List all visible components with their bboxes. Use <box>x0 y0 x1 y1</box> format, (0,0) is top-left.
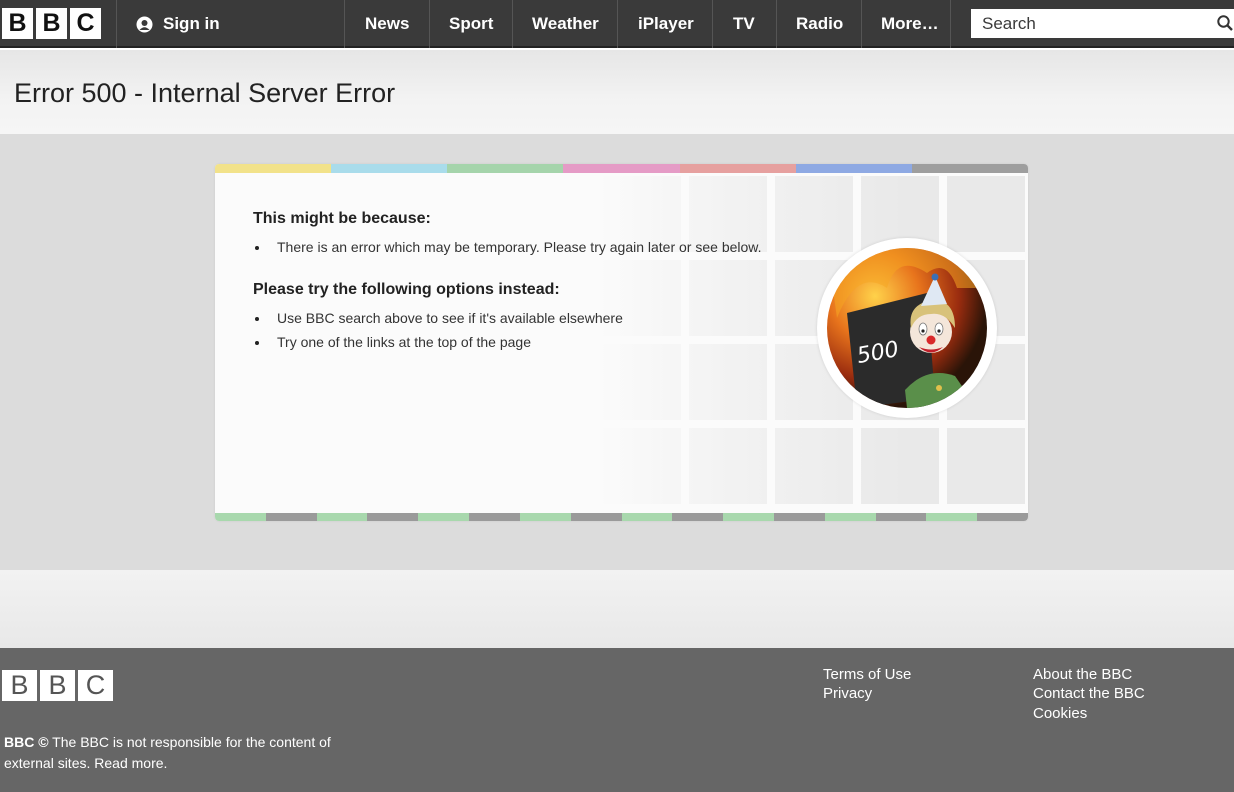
footer-link-privacy[interactable]: Privacy <box>823 684 872 703</box>
stripe-segment <box>469 513 520 521</box>
stripe-segment <box>215 164 332 173</box>
divider <box>512 0 513 48</box>
stripe-segment <box>875 513 927 521</box>
stripe-segment <box>621 513 673 521</box>
nav-radio[interactable]: Radio <box>796 0 843 48</box>
spacer-band <box>0 570 1234 648</box>
user-icon <box>136 16 153 32</box>
divider <box>776 0 777 48</box>
nav-news[interactable]: News <box>365 0 409 48</box>
logo-letter-c: C <box>70 8 101 39</box>
stripe-segment <box>773 513 825 521</box>
bbc-logo[interactable]: B B C <box>2 8 101 39</box>
top-color-stripe <box>215 164 1028 173</box>
stripe-segment <box>977 513 1028 521</box>
logo-letter-b1: B <box>2 670 37 701</box>
reason-heading: This might be because: <box>253 210 431 227</box>
logo-letter-b2: B <box>40 670 75 701</box>
footer-disclaimer: BBC © The BBC is not responsible for the… <box>4 732 364 774</box>
logo-letter-c: C <box>78 670 113 701</box>
search-input[interactable] <box>971 9 1211 38</box>
option-item: Try one of the links at the top of the p… <box>253 330 773 354</box>
clown-500-illustration: 500 <box>817 238 997 418</box>
footer-link-about[interactable]: About the BBC <box>1033 665 1132 684</box>
nav-iplayer[interactable]: iPlayer <box>638 0 694 48</box>
logo-letter-b1: B <box>2 8 33 39</box>
stripe-segment <box>672 513 724 521</box>
reason-item: There is an error which may be temporary… <box>253 235 773 259</box>
stripe-segment <box>563 164 680 173</box>
footer-disclaimer-text[interactable]: The BBC is not responsible for the conte… <box>4 734 331 771</box>
bottom-color-stripe <box>215 513 1028 521</box>
nav-more[interactable]: More… <box>881 0 939 48</box>
error-message: This might be because: There is an error… <box>253 210 773 354</box>
clown-with-chalkboard-image: 500 <box>827 248 987 408</box>
sign-in-link[interactable]: Sign in <box>136 0 220 48</box>
search-box <box>971 9 1234 38</box>
stripe-segment <box>519 513 571 521</box>
divider <box>617 0 618 48</box>
footer-link-contact[interactable]: Contact the BBC <box>1033 684 1145 703</box>
footer: B B C Terms of Use Privacy About the BBC… <box>0 648 1234 792</box>
error-card: This might be because: There is an error… <box>215 164 1028 521</box>
divider <box>950 0 951 48</box>
divider <box>712 0 713 48</box>
title-band: Error 500 - Internal Server Error <box>0 50 1234 134</box>
divider <box>116 0 117 48</box>
stripe-segment <box>447 164 564 173</box>
footer-link-terms[interactable]: Terms of Use <box>823 665 911 684</box>
stripe-segment <box>570 513 622 521</box>
divider <box>344 0 345 48</box>
logo-letter-b2: B <box>36 8 67 39</box>
search-icon[interactable] <box>1216 14 1234 32</box>
nav-weather[interactable]: Weather <box>532 0 599 48</box>
nav-tv[interactable]: TV <box>733 0 755 48</box>
stripe-segment <box>215 513 266 521</box>
stripe-segment <box>679 164 796 173</box>
stripe-segment <box>911 164 1028 173</box>
divider <box>429 0 430 48</box>
footer-bbc-logo[interactable]: B B C <box>2 670 113 701</box>
stripe-segment <box>824 513 876 521</box>
nav-sport[interactable]: Sport <box>449 0 493 48</box>
options-heading: Please try the following options instead… <box>253 281 560 298</box>
stripe-segment <box>331 164 448 173</box>
stripe-segment <box>265 513 317 521</box>
sign-in-label: Sign in <box>163 14 220 33</box>
stripe-segment <box>367 513 419 521</box>
stripe-segment <box>418 513 470 521</box>
footer-copyright-brand: BBC © <box>4 734 49 750</box>
stripe-segment <box>723 513 774 521</box>
option-item: Use BBC search above to see if it's avai… <box>253 306 773 330</box>
stripe-segment <box>316 513 368 521</box>
stripe-segment <box>795 164 912 173</box>
page-title: Error 500 - Internal Server Error <box>14 78 396 108</box>
footer-link-cookies[interactable]: Cookies <box>1033 704 1087 723</box>
stripe-segment <box>926 513 978 521</box>
divider <box>861 0 862 48</box>
top-navigation-bar: B B C Sign in News Sport Weather iPlayer… <box>0 0 1234 48</box>
